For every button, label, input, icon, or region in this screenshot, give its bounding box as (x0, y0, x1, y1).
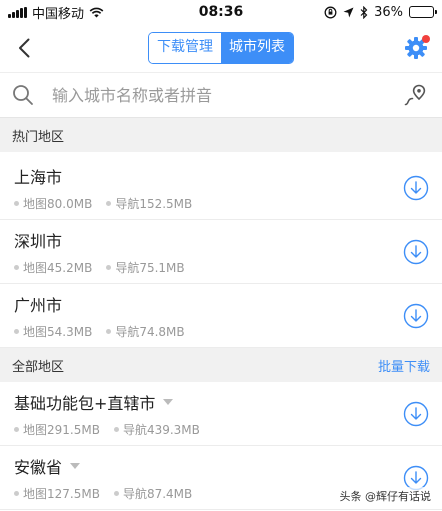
map-size: 地图54.3MB (23, 324, 93, 339)
section-title: 热门地区 (12, 129, 65, 145)
search-input[interactable] (52, 85, 400, 105)
download-button[interactable] (402, 302, 430, 330)
list-item[interactable]: 基础功能包+直辖市 地图291.5MB 导航439.3MB (0, 382, 442, 446)
section-header-hot: 热门地区 (0, 118, 442, 152)
download-icon (403, 303, 429, 328)
location-arrow-icon (343, 7, 354, 17)
nav-bar: 下载管理 城市列表 (0, 24, 442, 72)
locate-city-button[interactable] (400, 80, 430, 110)
download-button[interactable] (402, 400, 430, 428)
list-item[interactable]: 上海市 地图80.0MB 导航152.5MB (0, 156, 442, 220)
tab-city-list[interactable]: 城市列表 (221, 33, 293, 63)
nav-size: 导航152.5MB (115, 196, 193, 211)
download-icon (403, 401, 429, 426)
bluetooth-icon (360, 5, 368, 19)
segmented-control: 下载管理 城市列表 (148, 32, 294, 64)
battery-icon (409, 6, 437, 18)
region-name: 安徽省 (14, 457, 63, 477)
region-name: 基础功能包+直辖市 (14, 393, 156, 413)
nav-size: 导航87.4MB (122, 486, 193, 501)
search-icon (13, 85, 33, 105)
caret-down-icon[interactable] (163, 398, 174, 405)
tab-download-manager[interactable]: 下载管理 (149, 33, 221, 63)
notification-badge (422, 35, 430, 43)
download-icon (403, 239, 429, 264)
nav-size: 导航74.8MB (115, 324, 185, 339)
hot-city-list: 上海市 地图80.0MB 导航152.5MB 深圳市 地图45.2MB 导航75… (0, 156, 442, 348)
section-header-all: 全部地区 批量下载 (0, 348, 442, 382)
map-size: 地图291.5MB (23, 422, 100, 437)
batch-download-link[interactable]: 批量下载 (378, 356, 430, 375)
nav-size: 导航75.1MB (115, 260, 185, 275)
wifi-icon (89, 7, 104, 17)
list-item[interactable]: 深圳市 地图45.2MB 导航75.1MB (0, 220, 442, 284)
status-bar: 中国移动 08:36 36% (0, 0, 442, 24)
map-size: 地图80.0MB (23, 196, 93, 211)
battery-percent: 36% (374, 4, 403, 20)
watermark: 头条 @辉仔有话说 (336, 487, 434, 505)
section-title: 全部地区 (12, 359, 65, 375)
download-button[interactable] (402, 174, 430, 202)
search-bar (0, 72, 442, 118)
download-icon (403, 175, 429, 200)
map-size: 地图45.2MB (23, 260, 93, 275)
city-name: 深圳市 (14, 231, 63, 251)
orientation-lock-icon (324, 6, 337, 18)
list-item[interactable]: 广州市 地图54.3MB 导航74.8MB (0, 284, 442, 348)
map-size: 地图127.5MB (23, 486, 100, 501)
download-button[interactable] (402, 238, 430, 266)
city-name: 广州市 (14, 295, 63, 315)
city-name: 上海市 (14, 167, 63, 187)
carrier-name: 中国移动 (32, 6, 85, 22)
chevron-left-icon (19, 38, 30, 58)
back-button[interactable] (12, 33, 36, 63)
location-pin-icon (404, 84, 426, 106)
status-time: 08:36 (198, 4, 244, 20)
signal-icon (8, 6, 27, 18)
caret-down-icon[interactable] (70, 462, 81, 469)
settings-button[interactable] (402, 34, 430, 62)
nav-size: 导航439.3MB (122, 422, 200, 437)
